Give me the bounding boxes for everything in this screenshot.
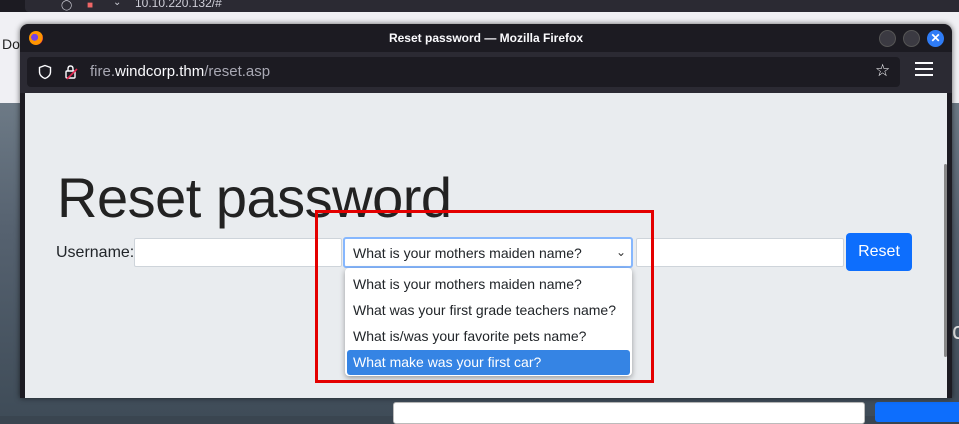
maximize-button[interactable]	[903, 30, 920, 47]
shield-icon[interactable]	[37, 64, 53, 80]
navigation-toolbar: fire.windcorp.thm/reset.asp ☆	[20, 52, 952, 93]
background-button	[875, 402, 959, 422]
background-lock-icon: ■	[87, 0, 94, 11]
background-tab-text: Do	[2, 36, 20, 52]
username-label: Username:	[56, 244, 135, 261]
lock-icon[interactable]	[63, 64, 79, 80]
background-chevron-icon: ⌄	[113, 0, 122, 8]
window-title: Reset password — Mozilla Firefox	[388, 31, 584, 45]
url-bar[interactable]: fire.windcorp.thm/reset.asp ☆	[27, 57, 900, 87]
hamburger-menu-icon[interactable]	[915, 62, 933, 76]
reset-button[interactable]: Reset	[846, 233, 912, 271]
star-icon[interactable]: ☆	[875, 61, 890, 81]
background-input	[393, 402, 865, 424]
page-content: Reset password Username: What is your mo…	[25, 93, 947, 398]
background-url: 10.10.220.132/#	[135, 0, 222, 10]
url-text[interactable]: fire.windcorp.thm/reset.asp	[90, 63, 270, 80]
window-titlebar[interactable]: Reset password — Mozilla Firefox ✕	[20, 24, 952, 52]
scrollbar[interactable]	[944, 164, 947, 357]
firefox-popup-window: Reset password — Mozilla Firefox ✕ fire.…	[20, 24, 952, 398]
minimize-button[interactable]	[879, 30, 896, 47]
annotation-highlight-box	[315, 210, 654, 383]
close-button[interactable]: ✕	[927, 30, 944, 47]
background-urlbar: ◯ ■ ⌄ 10.10.220.132/#	[25, 0, 959, 12]
background-logo-fragment: c	[952, 318, 959, 345]
answer-input[interactable]	[636, 238, 844, 267]
background-shield-icon: ◯	[61, 0, 73, 11]
username-input[interactable]	[134, 238, 342, 267]
